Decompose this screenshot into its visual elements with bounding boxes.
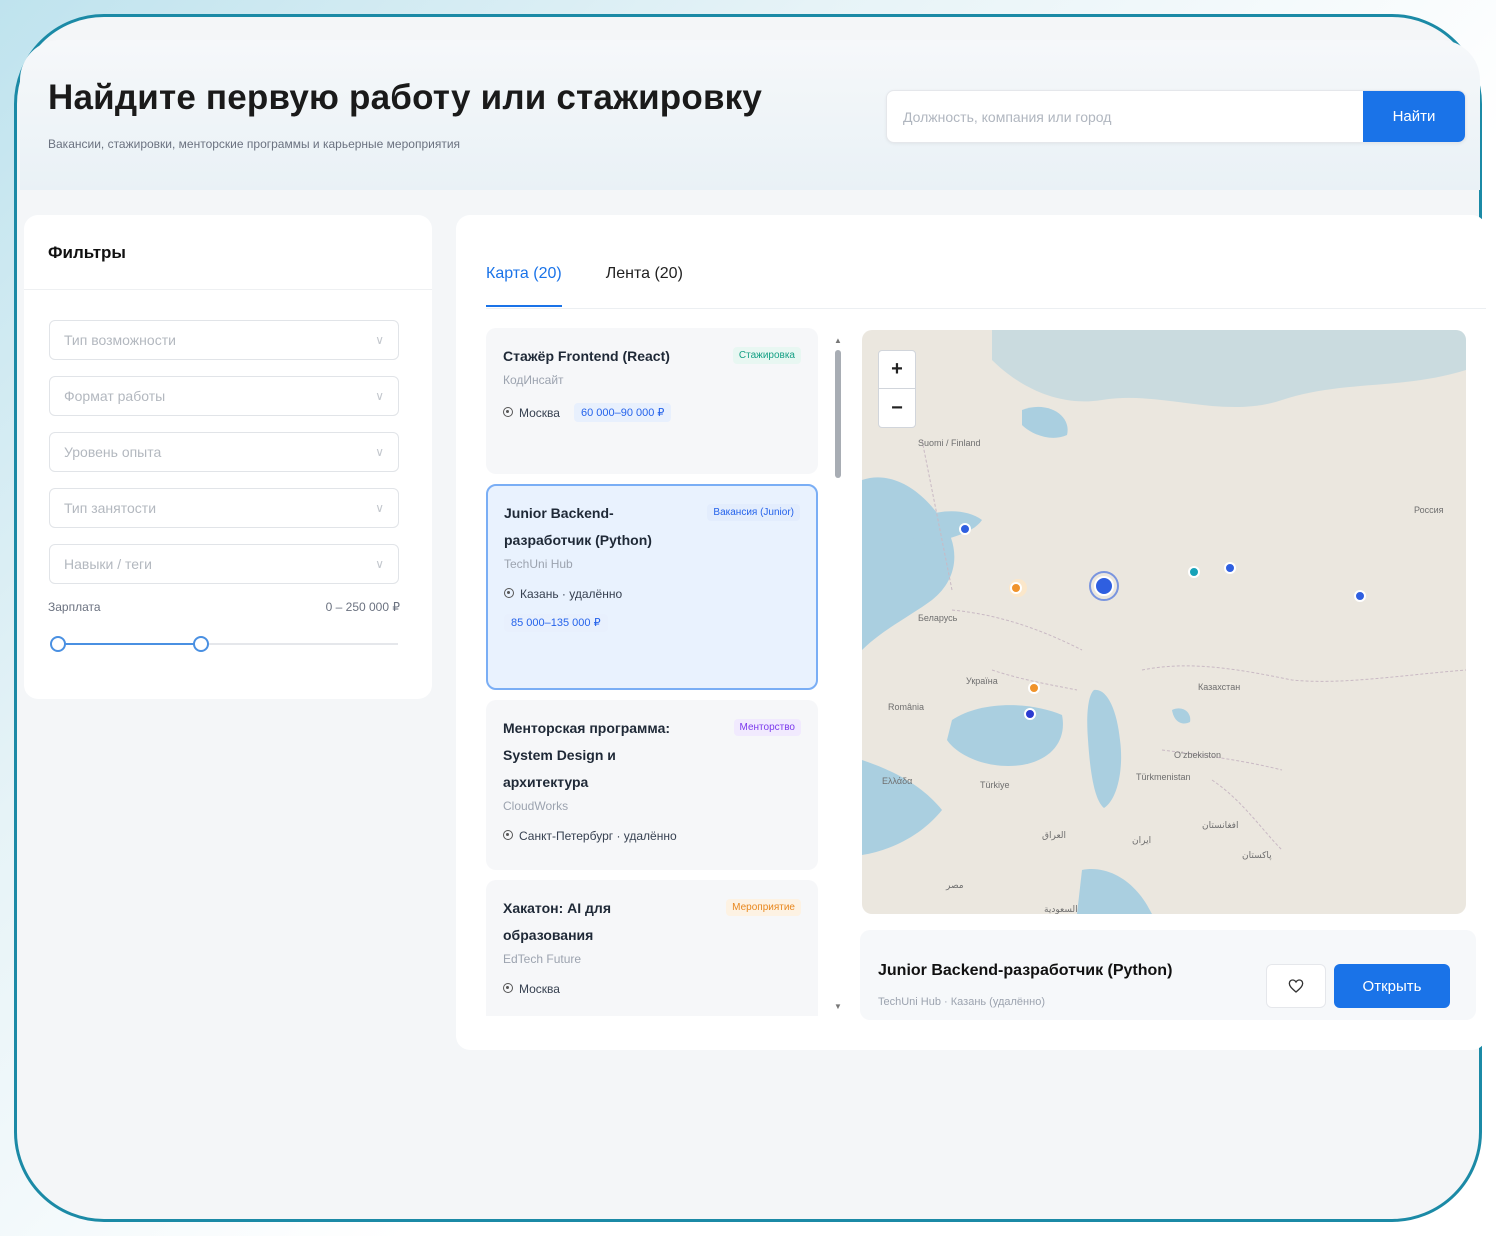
listing-title: Стажёр Frontend (React) (503, 348, 670, 364)
map-view[interactable]: Suomi / Finland Беларусь Україна România… (862, 330, 1466, 914)
selected-listing-subtitle: TechUni Hub · Казань (удалённо) (878, 996, 1045, 1008)
listing-title: Хакатон: AI для образования (503, 900, 611, 943)
map-marker (1188, 566, 1200, 578)
listing-location: Москва (503, 406, 560, 420)
listing-meta: Москва (503, 982, 801, 996)
chevron-down-icon: ∨ (375, 501, 384, 515)
work-format-select[interactable]: Формат работы ∨ (49, 376, 399, 416)
location-pin-icon (503, 830, 513, 840)
map-markers (959, 523, 1366, 720)
listing-location: Москва (503, 982, 560, 996)
listing-badge: Вакансия (Junior) (707, 504, 800, 521)
heart-icon (1288, 979, 1304, 993)
open-button[interactable]: Открыть (1334, 964, 1450, 1008)
favorite-button[interactable] (1266, 964, 1326, 1008)
listing-meta: Москва 60 000–90 000 ₽ (503, 403, 801, 422)
chevron-down-icon: ∨ (375, 445, 384, 459)
listing-meta: Санкт-Петербург · удалённо (503, 829, 801, 843)
listing-card[interactable]: Стажёр Frontend (React) Стажировка КодИн… (486, 328, 818, 474)
filters-divider (24, 289, 432, 290)
listing-title: Junior Backend-разработчик (Python) (504, 505, 652, 548)
scroll-up-icon[interactable]: ▲ (834, 336, 842, 345)
view-tabs: Карта (20) Лента (20) (486, 265, 683, 307)
map-marker (959, 523, 971, 535)
chevron-down-icon: ∨ (375, 557, 384, 571)
zoom-out-button[interactable]: − (879, 389, 915, 427)
listing-badge: Стажировка (732, 347, 801, 364)
listing-meta: Казань · удалённо (504, 587, 800, 601)
map-marker (1028, 682, 1040, 694)
listing-company: TechUni Hub (504, 557, 573, 571)
salary-slider-fill (58, 643, 201, 645)
listing-card[interactable]: Менторская программа: System Design и ар… (486, 700, 818, 870)
listing-badge: Мероприятие (726, 899, 801, 916)
tab-feed[interactable]: Лента (20) (606, 265, 683, 307)
scroll-thumb[interactable] (835, 350, 841, 478)
select-placeholder: Формат работы (64, 388, 166, 404)
map-marker-selected (1094, 576, 1114, 596)
select-placeholder: Тип возможности (64, 332, 176, 348)
chevron-down-icon: ∨ (375, 389, 384, 403)
skills-tags-select[interactable]: Навыки / теги ∨ (49, 544, 399, 584)
chevron-down-icon: ∨ (375, 333, 384, 347)
salary-slider-max-handle[interactable] (192, 636, 209, 652)
zoom-in-button[interactable]: + (879, 351, 915, 389)
page-subtitle: Вакансии, стажировки, менторские програм… (48, 137, 461, 151)
salary-label: Зарплата (48, 600, 101, 614)
location-pin-icon (503, 406, 513, 417)
location-pin-icon (503, 983, 513, 993)
listing-card[interactable]: Хакатон: AI для образования Мероприятие … (486, 880, 818, 1016)
listing-salary-row: 85 000–135 000 ₽ (504, 613, 800, 632)
opportunity-type-select[interactable]: Тип возможности ∨ (49, 320, 399, 360)
results-panel: Карта (20) Лента (20) Стажёр Frontend (R… (456, 215, 1486, 1050)
listing-location: Санкт-Петербург · удалённо (503, 829, 677, 843)
listing-company: КодИнсайт (503, 373, 564, 387)
listing-company: EdTech Future (503, 952, 582, 966)
filters-panel: Фильтры Тип возможности ∨ Формат работы … (24, 215, 432, 699)
listing-card-selected[interactable]: Junior Backend-разработчик (Python) Вака… (486, 484, 818, 690)
listing-salary: 85 000–135 000 ₽ (504, 614, 608, 632)
selected-listing-title: Junior Backend-разработчик (Python) (878, 962, 1173, 979)
tab-map[interactable]: Карта (20) (486, 265, 562, 307)
listing-badge: Менторство (733, 719, 801, 736)
filters-title: Фильтры (48, 243, 126, 262)
tabs-divider (486, 308, 1486, 309)
listing-location: Казань · удалённо (504, 587, 622, 601)
search-button[interactable]: Найти (1363, 91, 1465, 142)
map-marker (1024, 708, 1036, 720)
location-pin-icon (504, 588, 514, 598)
salary-range-text: 0 – 250 000 ₽ (325, 600, 400, 614)
employment-type-select[interactable]: Тип занятости ∨ (49, 488, 399, 528)
selected-listing-bar: Junior Backend-разработчик (Python) Tech… (860, 930, 1476, 1020)
search-bar: Найти (886, 90, 1466, 143)
map-marker (1224, 562, 1236, 574)
select-placeholder: Тип занятости (64, 500, 157, 516)
scroll-down-icon[interactable]: ▼ (834, 1002, 842, 1011)
listing-company: CloudWorks (503, 799, 569, 813)
salary-slider-min-handle[interactable] (50, 636, 66, 652)
map-marker (1354, 590, 1366, 602)
select-placeholder: Навыки / теги (64, 556, 152, 572)
map-marker (1010, 582, 1022, 594)
select-placeholder: Уровень опыта (64, 444, 162, 460)
salary-row: Зарплата 0 – 250 000 ₽ (48, 600, 400, 614)
experience-level-select[interactable]: Уровень опыта ∨ (49, 432, 399, 472)
listing-title: Менторская программа: System Design и ар… (503, 720, 671, 790)
listing-salary: 60 000–90 000 ₽ (573, 403, 672, 422)
listings-list: Стажёр Frontend (React) Стажировка КодИн… (484, 326, 822, 1016)
search-input[interactable] (887, 91, 1363, 142)
zoom-controls: + − (878, 350, 916, 428)
page-title: Найдите первую работу или стажировку (48, 78, 763, 117)
listings-scrollbar[interactable]: ▲ ▼ (834, 336, 842, 1016)
